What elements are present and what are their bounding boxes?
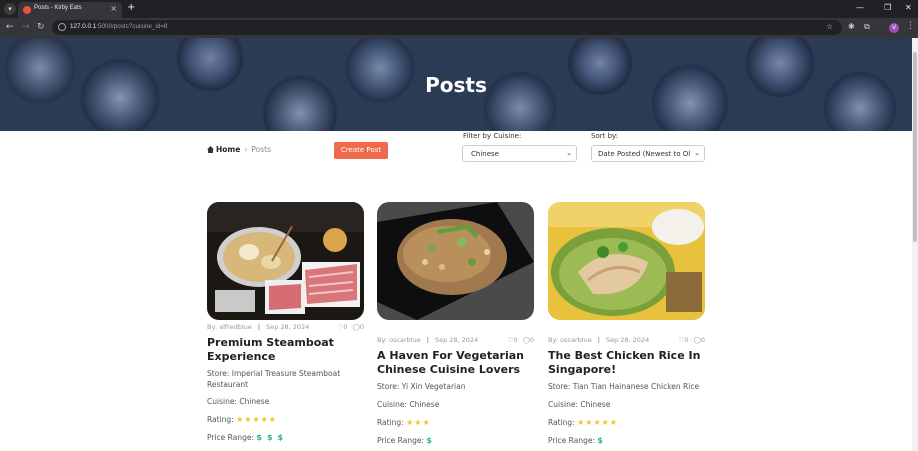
breadcrumb-home-link[interactable]: Home — [216, 145, 240, 154]
sort-label: Sort by: — [591, 132, 619, 140]
post-date: Sep 28, 2024 — [266, 323, 310, 331]
rating-label: Rating: — [207, 415, 234, 424]
restore-icon[interactable]: ❐ — [884, 3, 891, 12]
scrollbar-thumb[interactable] — [913, 52, 917, 242]
post-price: Price Range: $ — [377, 435, 534, 446]
page-title: Posts — [425, 73, 487, 97]
breadcrumb-separator: › — [244, 145, 248, 154]
browser-menu-icon[interactable]: ⋮ — [906, 21, 915, 31]
price-dollar-icons: $ — [597, 436, 608, 445]
browser-tab[interactable]: Posts - Kirby Eats × — [18, 2, 122, 18]
post-rating: Rating: ★★★★★ — [548, 417, 705, 428]
post-author[interactable]: By: oscarblue — [377, 336, 421, 344]
tab-list-button[interactable]: ▾ — [4, 3, 16, 15]
post-reactions: ♡0 ◯0 — [508, 336, 534, 344]
browser-toolbar: ← → ↻ 127.0.0.1:5000/posts?cuisine_id=8 … — [0, 18, 918, 38]
post-price: Price Range: $ — [548, 435, 705, 446]
price-dollar-icons: $$$ — [256, 433, 289, 442]
comment-icon[interactable]: ◯ — [353, 323, 360, 331]
post-store: Store: Tian Tian Hainanese Chicken Rice — [548, 382, 700, 391]
sort-value: Date Posted (Newest to Ol — [598, 150, 691, 158]
price-label: Price Range: — [548, 436, 595, 445]
sort-select[interactable]: Date Posted (Newest to Ol ⌄ — [591, 145, 705, 162]
post-store: Store: Imperial Treasure Steamboat Resta… — [207, 369, 341, 389]
chevron-down-icon: ⌄ — [694, 149, 700, 157]
tab-close-icon[interactable]: × — [110, 4, 117, 13]
cuisine-filter-select[interactable]: Chinese ⌄ — [462, 145, 577, 162]
close-window-icon[interactable]: ✕ — [905, 3, 912, 12]
breadcrumb-current: Posts — [251, 145, 271, 154]
bookmark-star-icon[interactable]: ☆ — [826, 22, 833, 31]
post-cuisine: Cuisine: Chinese — [207, 397, 270, 406]
comment-count: 0 — [529, 336, 534, 344]
create-post-button[interactable]: Create Post — [334, 142, 388, 159]
forward-icon[interactable]: → — [22, 22, 30, 32]
post-card[interactable]: By: oscarblue | Sep 28, 2024 ♡0 ◯0 The Bes… — [548, 202, 705, 445]
rating-label: Rating: — [548, 418, 575, 427]
url-text: 127.0.0.1:5000/posts?cuisine_id=8 — [70, 23, 168, 30]
browser-tab-bar: ▾ Posts - Kirby Eats × + — ❐ ✕ — [0, 0, 918, 18]
hero-banner: Posts — [0, 38, 912, 131]
post-date: Sep 28, 2024 — [605, 336, 650, 344]
post-meta: By: oscarblue | Sep 28, 2024 — [548, 336, 650, 344]
rating-label: Rating: — [377, 418, 404, 427]
page-viewport: Posts Home › Posts Create Post Filter by C… — [0, 38, 912, 451]
post-title[interactable]: The Best Chicken Rice In Singapore! — [548, 349, 705, 377]
profile-avatar[interactable]: V — [889, 23, 899, 33]
post-reactions: ♡0 ◯0 — [338, 323, 364, 331]
post-image-steamboat[interactable] — [207, 202, 364, 320]
like-count: 0 — [513, 336, 518, 344]
price-label: Price Range: — [377, 436, 424, 445]
post-rating: Rating: ★★★ — [377, 417, 534, 428]
like-count: 0 — [343, 323, 348, 331]
post-cuisine: Cuisine: Chinese — [377, 400, 440, 409]
comment-count: 0 — [700, 336, 705, 344]
post-card[interactable]: By: oscarblue | Sep 28, 2024 ♡0 ◯0 A Haven… — [377, 202, 534, 445]
comment-count: 0 — [359, 323, 364, 331]
post-image-vegetarian[interactable] — [377, 202, 534, 320]
breadcrumb: Home › Posts — [207, 145, 271, 154]
price-label: Price Range: — [207, 433, 254, 442]
post-price: Price Range: $$$ — [207, 432, 364, 443]
reload-icon[interactable]: ↻ — [37, 22, 45, 32]
comment-icon[interactable]: ◯ — [694, 336, 701, 344]
post-rating: Rating: ★★★★★ — [207, 414, 364, 425]
post-reactions: ♡0 ◯0 — [679, 336, 705, 344]
home-icon — [207, 146, 214, 153]
post-card[interactable]: By: alfredblue | Sep 28, 2024 ♡0 ◯0 Premiu… — [207, 202, 364, 442]
star-rating-icons: ★★★ — [406, 418, 431, 427]
post-store: Store: Yi Xin Vegetarian — [377, 382, 466, 391]
chevron-down-icon: ⌄ — [566, 149, 572, 157]
star-rating-icons: ★★★★★ — [236, 415, 277, 424]
page-scrollbar[interactable] — [912, 38, 918, 451]
like-count: 0 — [684, 336, 689, 344]
site-info-icon[interactable] — [58, 23, 66, 31]
post-author[interactable]: By: oscarblue — [548, 336, 592, 344]
post-date: Sep 28, 2024 — [434, 336, 479, 344]
new-tab-button[interactable]: + — [127, 2, 135, 13]
post-meta: By: oscarblue | Sep 28, 2024 — [377, 336, 479, 344]
post-cuisine: Cuisine: Chinese — [548, 400, 611, 409]
post-title[interactable]: Premium Steamboat Experience — [207, 336, 364, 364]
favicon-icon — [23, 6, 31, 14]
address-bar[interactable]: 127.0.0.1:5000/posts?cuisine_id=8 — [52, 20, 842, 35]
price-dollar-icons: $ — [426, 436, 437, 445]
star-rating-icons: ★★★★★ — [577, 418, 618, 427]
extension-icon[interactable]: ✱ — [848, 22, 855, 31]
post-author[interactable]: By: alfredblue — [207, 323, 252, 331]
post-meta: By: alfredblue | Sep 28, 2024 — [207, 323, 310, 331]
minimize-icon[interactable]: — — [856, 3, 864, 12]
comment-icon[interactable]: ◯ — [523, 336, 530, 344]
tab-title: Posts - Kirby Eats — [34, 5, 82, 11]
post-title[interactable]: A Haven For Vegetarian Chinese Cuisine L… — [377, 349, 534, 377]
post-image-chicken-rice[interactable] — [548, 202, 705, 320]
back-icon[interactable]: ← — [6, 22, 14, 32]
filter-label: Filter by Cuisine: — [463, 132, 522, 140]
cuisine-filter-value: Chinese — [471, 150, 499, 158]
extensions-puzzle-icon[interactable]: ⧉ — [864, 22, 870, 32]
